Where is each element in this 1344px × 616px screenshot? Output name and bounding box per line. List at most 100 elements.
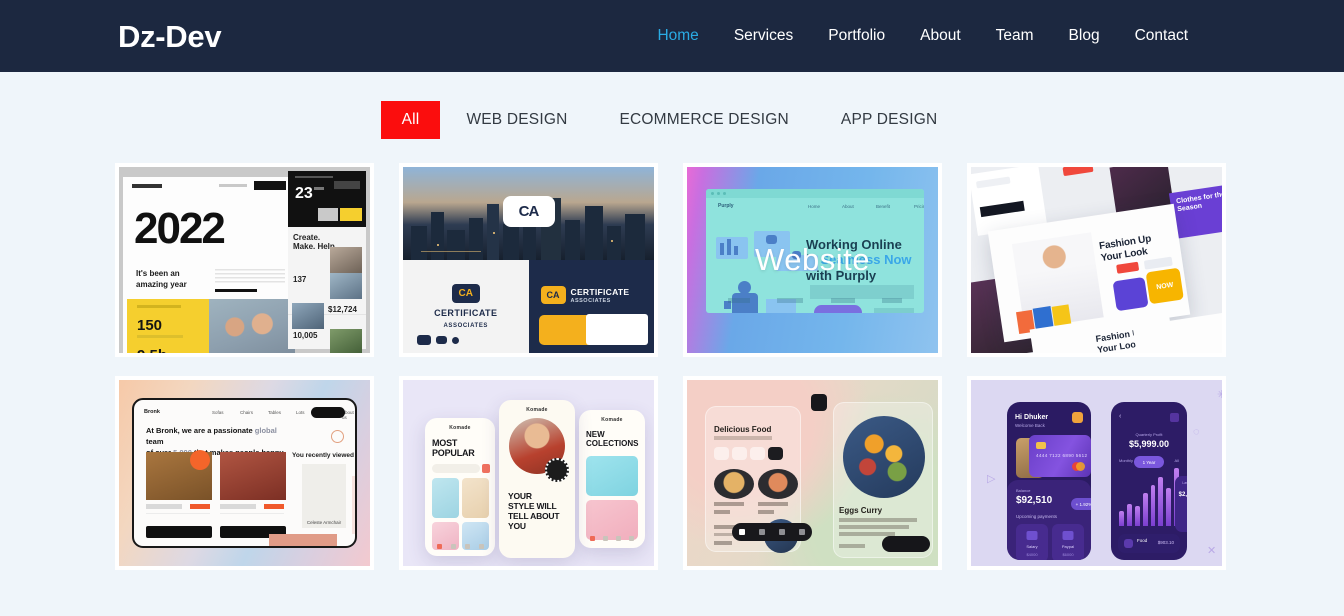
filter-ecommerce-design[interactable]: ECOMMERCE DESIGN [593, 101, 814, 139]
mock-dark-panel: 23 [288, 171, 366, 227]
portfolio-item-fashion-ecommerce[interactable]: Clothes for the Season Fashion Up Your L… [967, 163, 1226, 357]
mock-detail-title: Eggs Curry [839, 506, 883, 515]
mock-stat-label [137, 305, 181, 308]
mock-payment-2: Paypal $6000 [1052, 524, 1084, 560]
nav-link-about[interactable]: About [920, 28, 961, 44]
mock-dark-tile: CA CERTIFICATE ASSOCIATES [528, 260, 654, 353]
portfolio-item-certificate-associates[interactable]: CA CA CERTIFICATE ASSOCIATES CA CERTIFIC… [399, 163, 658, 357]
mock-dish-2 [758, 469, 798, 517]
mock-light-tile: CA CERTIFICATE ASSOCIATES [403, 260, 529, 353]
thumbnail-finance-app: ✳ ▷ ✕ ◌ Hi Dhuker Welcome Back 4444 7122… [971, 380, 1222, 566]
brand-logo[interactable]: Dz-Dev [118, 21, 222, 52]
mock-dark-label [295, 176, 333, 178]
nav-link-portfolio[interactable]: Portfolio [828, 28, 885, 44]
thumbnail-bronk-furniture: Bronk Sofas Chairs Tables Lots New About… [119, 380, 370, 566]
mock-badge-yellow: CA [540, 286, 566, 304]
back-icon: ‹ [1119, 413, 1122, 420]
mock-nav [219, 184, 247, 187]
mock-recent-2: Maddox Armchair [352, 476, 355, 534]
mock-collection-1 [586, 456, 638, 496]
thumbnail-2022-annual-report: 2022 It's been anamazing year 150 9.5b 2… [119, 167, 370, 353]
mock-filter-icon [482, 464, 490, 473]
mock-badge-dark: CA [451, 284, 480, 303]
mock-site-logo: Bronk [144, 409, 160, 415]
mock-purple-note: Clothes for the Season [1175, 191, 1222, 214]
mock-brand-1: Komade [449, 425, 471, 431]
portfolio-item-bronk-furniture[interactable]: Bronk Sofas Chairs Tables Lots New About… [115, 376, 374, 570]
mock-balance-change: + 1.92% [1071, 498, 1091, 510]
mock-upcoming-label: Upcoming payments [1016, 514, 1058, 519]
mock-site-header: Bronk Sofas Chairs Tables Lots New About… [144, 407, 354, 420]
mock-screen-2-title: YOUR STYLE WILL TELL ABOUT YOU [508, 491, 560, 531]
mock-stat-days: 23 [295, 185, 313, 202]
nav-link-services[interactable]: Services [734, 28, 793, 44]
mock-icon-chips [417, 335, 459, 345]
mock-chart-label: Quarterly Profit [1135, 432, 1163, 437]
filter-all[interactable]: All [380, 101, 441, 139]
mock-name-line1: CERTIFICATE [434, 308, 498, 318]
mock-screen-3-title: NEW COLECTIONS [586, 430, 639, 449]
mock-red-chip [1062, 167, 1094, 177]
portfolio-item-komade-fashion-app[interactable]: Komade MOST POPULAR Komade YOUR STYLE WILL… [399, 376, 658, 570]
thumbnail-certificate-associates: CA CA CERTIFICATE ASSOCIATES CA CERTIFIC… [403, 167, 654, 353]
mock-cta-1 [146, 526, 212, 538]
mock-cta [254, 181, 286, 190]
portfolio-item-purply-website[interactable]: Purply Home About Benefit Pricing Workin… [683, 163, 942, 357]
mock-recently-viewed-label: You recently viewed [292, 452, 355, 459]
mock-days-unit [314, 187, 324, 190]
filter-web-design[interactable]: WEB DESIGN [440, 101, 593, 139]
menu-icon [1170, 413, 1179, 422]
mock-search-field [432, 464, 480, 473]
portfolio-item-2022-annual-report[interactable]: 2022 It's been anamazing year 150 9.5b 2… [115, 163, 374, 357]
mock-add-to-cart [882, 536, 930, 552]
mock-greeting: Hi Dhuker Welcome Back [1015, 414, 1049, 428]
mock-photo [209, 299, 295, 353]
mock-arrow-circle [331, 430, 344, 443]
site-header: Dz-Dev Home Services Portfolio About Tea… [0, 0, 1344, 72]
mock-name-line2-alt: ASSOCIATES [570, 298, 611, 304]
nav-link-blog[interactable]: Blog [1069, 28, 1100, 44]
mock-name-line2: ASSOCIATES [443, 323, 489, 329]
mock-side-stat-2: $12,724 [328, 305, 357, 314]
mock-logo-badge: CA [502, 196, 555, 227]
mock-chart-amount: $5,999.00 [1128, 439, 1170, 449]
mock-card-white [586, 314, 648, 345]
mock-side-photo-4 [330, 329, 362, 353]
mock-brand-2: Komade [526, 407, 548, 413]
mock-balance-value: $92,510 [1016, 495, 1053, 506]
portfolio-grid: 2022 It's been anamazing year 150 9.5b 2… [115, 163, 1229, 570]
mock-card-number: 4444 7122 6890 5612 [1036, 453, 1088, 458]
mock-dish-1 [714, 469, 754, 517]
portfolio-item-finance-app[interactable]: ✳ ▷ ✕ ◌ Hi Dhuker Welcome Back 4444 7122… [967, 376, 1226, 570]
mock-swatch-yellow [340, 208, 362, 221]
mock-food-list-panel: Delicious Food [705, 406, 812, 553]
mock-card-yellow [538, 315, 593, 345]
filter-app-design[interactable]: APP DESIGN [815, 101, 963, 139]
mock-phone-3: Komade NEW COLECTIONS [579, 410, 645, 548]
mock-logo-mark: CA [518, 203, 540, 220]
mock-food-title: Delicious Food [714, 425, 772, 434]
portfolio-item-food-delivery-app[interactable]: Delicious Food Eggs Curry [683, 376, 942, 570]
mock-side-stat-3: 10,005 [293, 331, 318, 340]
nav-link-home[interactable]: Home [657, 28, 698, 44]
portfolio-overlay-label: Website [755, 242, 870, 277]
mock-link [215, 289, 257, 292]
mock-balance-panel: Balance $92,510 + 1.92% Upcoming payment… [1007, 480, 1091, 560]
mock-logo [132, 184, 162, 188]
mock-year: 2022 [134, 204, 226, 253]
mock-orange-orb [190, 450, 210, 470]
mock-recent-1: Celeste Armchair [302, 464, 346, 528]
mock-chart-tooltip: Last Quarter $2,450.00 [1175, 476, 1187, 532]
nav-link-team[interactable]: Team [996, 28, 1034, 44]
mock-body-text [215, 269, 285, 285]
mock-swatch-grey [318, 208, 338, 221]
mock-side-photo-1 [330, 247, 362, 273]
mock-screen-1-title: MOST POPULAR [432, 438, 475, 459]
mock-payment-1: Salary $4000 [1016, 524, 1048, 560]
mock-avatar [1072, 412, 1083, 423]
nav-link-contact[interactable]: Contact [1135, 28, 1188, 44]
mock-now-badge: NOW [1155, 281, 1174, 291]
mock-stat-panel: 150 9.5b [127, 299, 209, 353]
mock-side-rail: 23 Create. Make. Help. 137 $12,724 10,005 [288, 171, 366, 353]
mock-side-stat-1: 137 [293, 275, 307, 284]
